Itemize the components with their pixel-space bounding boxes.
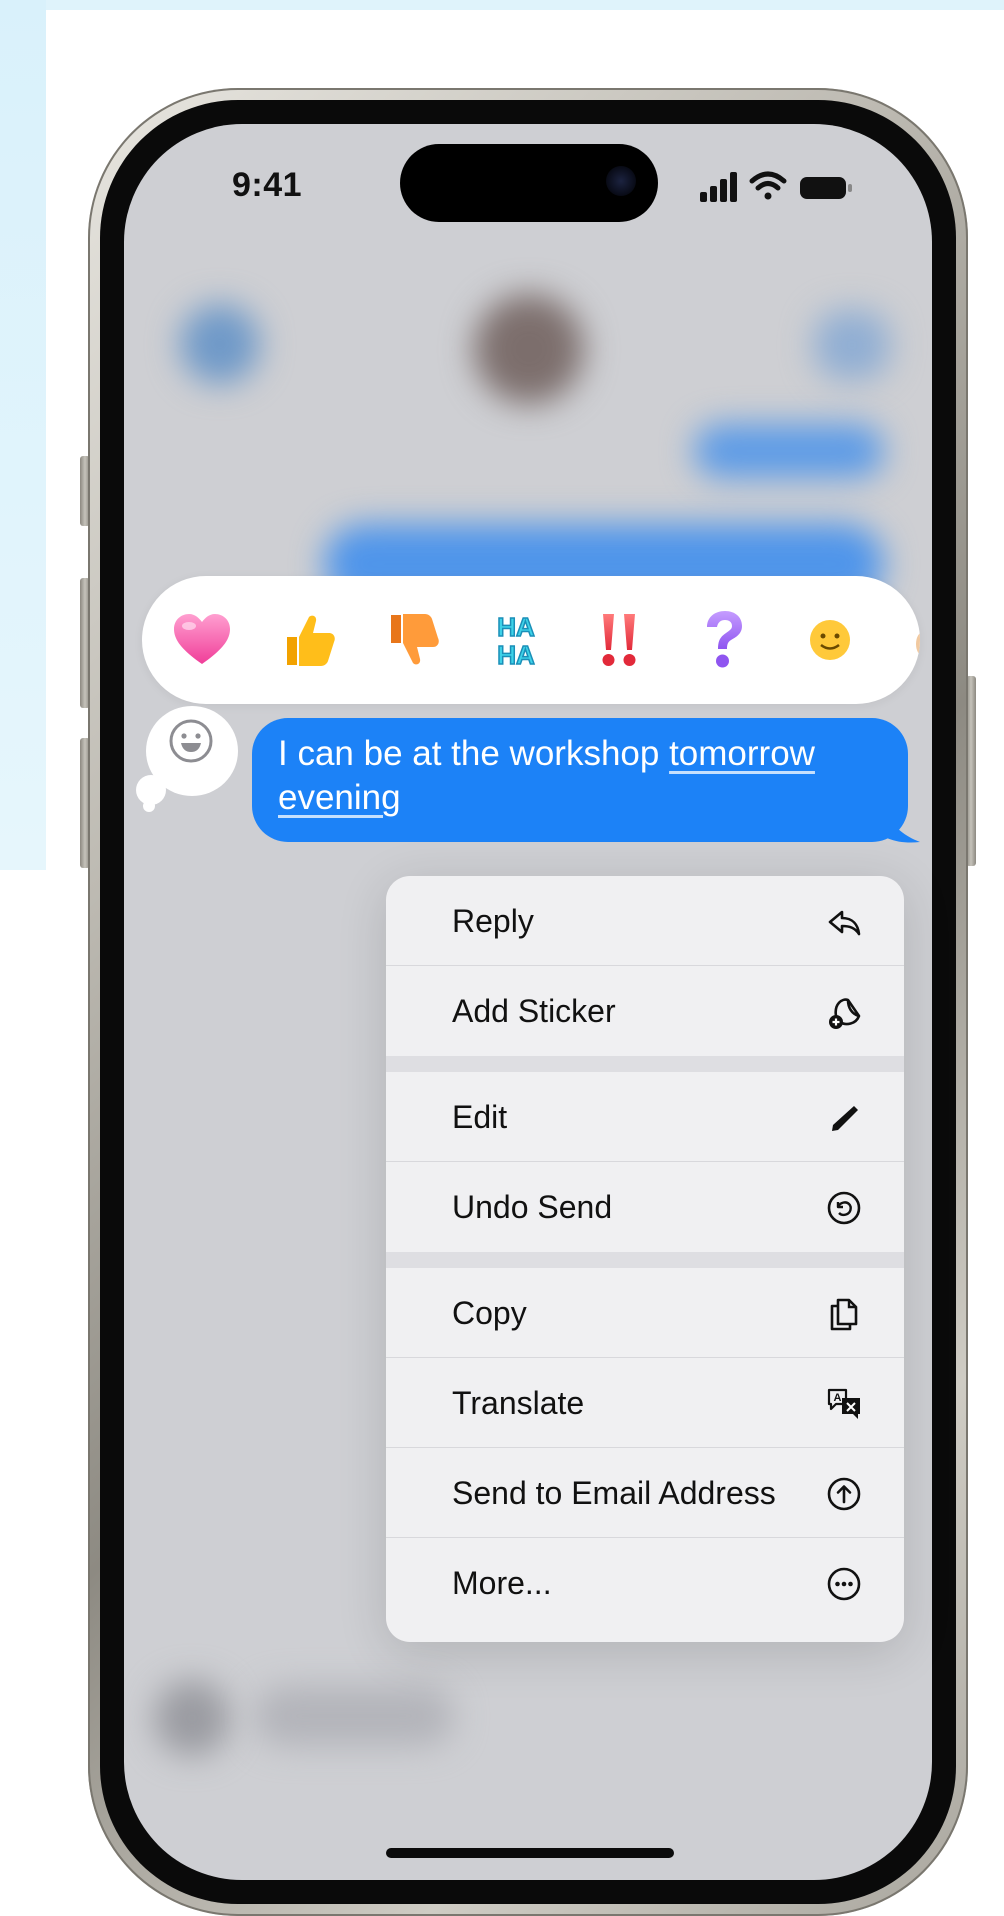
message-context-menu: Reply Add Sticker Edit Undo Send Copy Tr… <box>386 876 904 1642</box>
blurred-contact-avatar <box>474 294 584 404</box>
menu-item-more[interactable]: More... <box>386 1538 904 1628</box>
haha-reaction[interactable]: HA HA <box>478 602 554 678</box>
haha-text-bottom: HA <box>497 640 535 670</box>
question-reaction[interactable] <box>686 602 762 678</box>
reply-arrow-icon <box>828 910 861 936</box>
blurred-previous-message <box>694 424 884 478</box>
copy-documents-icon <box>830 1298 858 1331</box>
front-camera <box>606 166 636 196</box>
menu-item-copy[interactable]: Copy <box>386 1268 904 1358</box>
menu-item-label: Reply <box>452 903 534 939</box>
heart-reaction[interactable] <box>164 602 240 678</box>
translate-icon: A <box>827 1388 860 1419</box>
blurred-message-input <box>254 1686 454 1746</box>
sent-message-bubble[interactable]: I can be at the workshop tomorrow evenin… <box>252 718 908 842</box>
thumbs-up-icon <box>287 615 335 666</box>
svg-text:A: A <box>834 1392 842 1404</box>
menu-item-label: Edit <box>452 1099 508 1135</box>
menu-item-label: Copy <box>452 1295 527 1331</box>
menu-item-undo-send[interactable]: Undo Send <box>386 1162 904 1252</box>
status-bar-icons <box>700 171 852 202</box>
undo-circle-icon <box>827 1191 861 1225</box>
add-emoji-reaction-icon[interactable] <box>168 718 214 764</box>
home-indicator[interactable] <box>386 1848 674 1858</box>
question-mark-icon <box>707 611 742 668</box>
blurred-back-button <box>180 304 260 384</box>
background-left-panel <box>0 0 46 870</box>
thumbs-up-reaction[interactable] <box>270 602 346 678</box>
blurred-video-button <box>814 310 890 380</box>
arrow-up-circle-icon <box>827 1477 861 1511</box>
menu-item-reply[interactable]: Reply <box>386 876 904 966</box>
menu-item-label: Send to Email Address <box>452 1475 776 1511</box>
menu-section-separator <box>386 1056 904 1072</box>
partial-emoji-icon <box>916 633 920 655</box>
wifi-icon <box>749 171 787 200</box>
message-date-link[interactable]: tomorrow <box>669 734 815 773</box>
cellular-signal-icon <box>700 172 737 202</box>
more-reactions-peek[interactable] <box>880 602 920 678</box>
exclamation-reaction[interactable] <box>582 602 658 678</box>
menu-item-label: Undo Send <box>452 1189 613 1225</box>
menu-item-label: Add Sticker <box>452 993 616 1029</box>
battery-icon <box>800 177 852 199</box>
menu-item-translate[interactable]: Translate A <box>386 1358 904 1448</box>
thumbs-down-icon <box>391 614 439 665</box>
haha-text-top: HA <box>497 612 535 642</box>
blurred-camera-button <box>154 1680 230 1756</box>
haha-icon: HA HA <box>496 611 535 671</box>
message-date-link-continued[interactable]: evening <box>278 778 401 817</box>
menu-item-send-to-email[interactable]: Send to Email Address <box>386 1448 904 1538</box>
smiling-face-icon <box>810 620 850 660</box>
message-text: I can be at the workshop <box>278 734 670 773</box>
add-sticker-icon <box>829 998 861 1029</box>
menu-section-separator <box>386 1252 904 1268</box>
emoji-face-reaction[interactable] <box>792 602 868 678</box>
reaction-bar-tail-dot-small <box>143 800 155 812</box>
pencil-icon <box>832 1106 858 1131</box>
tapback-reaction-bar: HA HA <box>142 576 920 704</box>
menu-item-edit[interactable]: Edit <box>386 1072 904 1162</box>
heart-icon <box>174 614 230 664</box>
ellipsis-circle-icon <box>827 1567 861 1601</box>
status-time: 9:41 <box>232 166 303 204</box>
menu-item-add-sticker[interactable]: Add Sticker <box>386 966 904 1056</box>
menu-item-label: Translate <box>452 1385 585 1421</box>
double-exclamation-icon <box>602 614 636 666</box>
menu-item-label: More... <box>452 1565 552 1601</box>
background-top-strip <box>0 0 1004 10</box>
thumbs-down-reaction[interactable] <box>374 602 450 678</box>
